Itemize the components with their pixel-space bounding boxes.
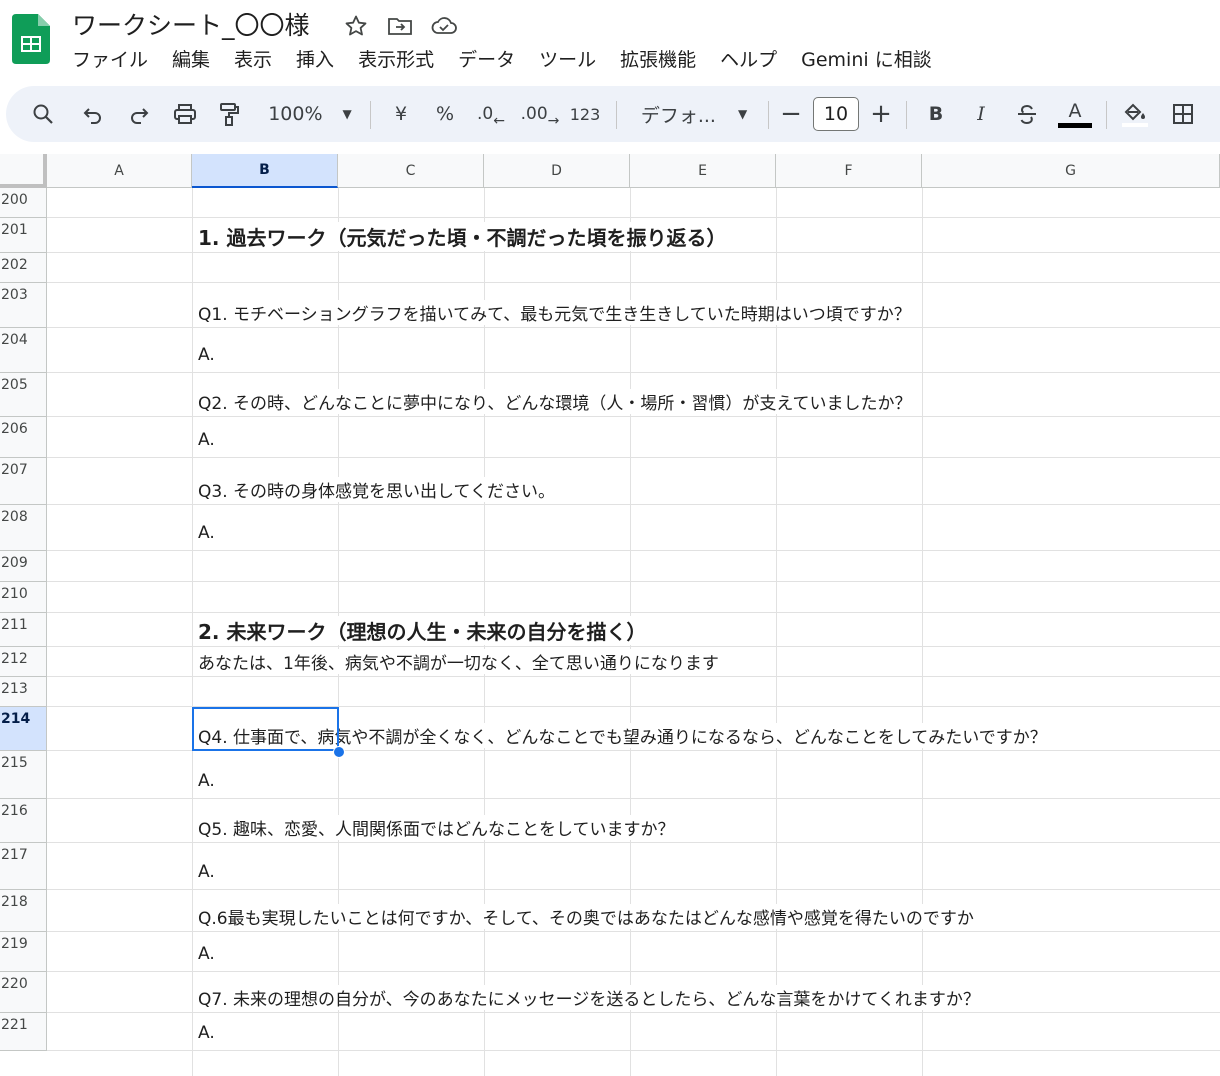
cell-b221[interactable]: A.	[198, 1023, 215, 1043]
more-formats-button[interactable]: 123	[568, 86, 602, 142]
column-header-e[interactable]: E	[630, 154, 776, 188]
cell-b205[interactable]: Q2. その時、どんなことに夢中になり、どんな環境（人・場所・習慣）が支えていま…	[198, 389, 912, 414]
row-header-208[interactable]: 208	[0, 505, 47, 551]
increase-font-size-icon[interactable]: +	[868, 86, 894, 142]
increase-decimal-label: .00	[520, 104, 548, 124]
cell-b207[interactable]: Q3. その時の身体感覚を思い出してください。	[198, 477, 555, 502]
column-header-d[interactable]: D	[484, 154, 630, 188]
menu-tools[interactable]: ツール	[527, 46, 608, 74]
menu-file[interactable]: ファイル	[72, 46, 160, 74]
cell-b218[interactable]: Q.6最も実現したいことは何ですか、そして、その奥ではあなたはどんな感情や感覚を…	[198, 904, 974, 929]
row-header-219[interactable]: 219	[0, 932, 47, 972]
column-header-f[interactable]: F	[776, 154, 922, 188]
menu-format[interactable]: 表示形式	[346, 46, 446, 74]
row-header-217[interactable]: 217	[0, 843, 47, 890]
currency-format-button[interactable]: ¥	[386, 86, 416, 142]
cell-b215[interactable]: A.	[198, 771, 215, 791]
increase-decimal-button[interactable]: .00 →	[520, 86, 560, 142]
row-header-205[interactable]: 205	[0, 373, 47, 417]
menu-view[interactable]: 表示	[222, 46, 284, 74]
print-icon[interactable]	[170, 86, 200, 142]
font-select[interactable]: デフォ... ▼	[634, 86, 754, 142]
menu-data[interactable]: データ	[446, 46, 527, 74]
undo-icon[interactable]	[78, 86, 108, 142]
cell-b211[interactable]: 2. 未来ワーク（理想の人生・未来の自分を描く）	[198, 616, 647, 645]
text-color-letter: A	[1068, 99, 1082, 122]
row-header-204[interactable]: 204	[0, 328, 47, 373]
fill-color-icon[interactable]	[1118, 86, 1152, 142]
arrow-right-icon: →	[547, 113, 560, 129]
cloud-saved-icon[interactable]	[430, 12, 458, 40]
toolbar: 100% ▼ ¥ % .0 ← .00 → 123 デフォ... ▼ − 10 + …	[6, 86, 1220, 142]
column-header-c[interactable]: C	[338, 154, 484, 188]
cell-b204[interactable]: A.	[198, 345, 215, 365]
cell-b220[interactable]: Q7. 未来の理想の自分が、今のあなたにメッセージを送るとしたら、どんな言葉をか…	[198, 985, 980, 1010]
menu-extensions[interactable]: 拡張機能	[608, 46, 708, 74]
cell-b219[interactable]: A.	[198, 944, 215, 964]
row-header-216[interactable]: 216	[0, 799, 47, 843]
cell-b206[interactable]: A.	[198, 430, 215, 450]
row-header-200[interactable]: 200	[0, 188, 47, 218]
star-icon[interactable]	[342, 12, 370, 40]
menu-edit[interactable]: 編集	[160, 46, 222, 74]
row-header-214[interactable]: 214	[0, 707, 47, 751]
active-cell-selection[interactable]	[192, 707, 339, 751]
cell-b216[interactable]: Q5. 趣味、恋愛、人間関係面ではどんなことをしていますか？	[198, 815, 675, 840]
row-header-221[interactable]: 221	[0, 1013, 47, 1051]
italic-button[interactable]: I	[966, 86, 996, 142]
row-header-218[interactable]: 218	[0, 890, 47, 932]
column-header-b[interactable]: B	[192, 154, 338, 188]
menu-gemini[interactable]: Gemini に相談	[789, 46, 944, 74]
spreadsheet-grid[interactable]: A B C D E F G 200 201 1. 過去ワーク（元気だった頃・不調だった頃を振り返る…	[0, 154, 1220, 1076]
decrease-decimal-label: .0	[477, 104, 494, 124]
cell-b212[interactable]: あなたは、1年後、病気や不調が一切なく、全て思い通りになります	[198, 649, 719, 674]
cell-b201[interactable]: 1. 過去ワーク（元気だった頃・不調だった頃を振り返る）	[198, 222, 727, 251]
column-header-a[interactable]: A	[47, 154, 192, 188]
borders-icon[interactable]	[1166, 86, 1200, 142]
row-header-220[interactable]: 220	[0, 972, 47, 1013]
zoom-select[interactable]: 100% ▼	[260, 86, 360, 142]
row-header-215[interactable]: 215	[0, 751, 47, 799]
row-header-210[interactable]: 210	[0, 582, 47, 613]
row-header-207[interactable]: 207	[0, 458, 47, 505]
column-header-g[interactable]: G	[922, 154, 1220, 188]
menu-insert[interactable]: 挿入	[284, 46, 346, 74]
row-header-202[interactable]: 202	[0, 253, 47, 283]
row-header-211[interactable]: 211	[0, 613, 47, 647]
search-menus-icon[interactable]	[28, 86, 58, 142]
redo-icon[interactable]	[124, 86, 154, 142]
row-header-212[interactable]: 212	[0, 647, 47, 677]
row-header-209[interactable]: 209	[0, 551, 47, 582]
menu-help[interactable]: ヘルプ	[708, 46, 789, 74]
decrease-font-size-icon[interactable]: −	[778, 86, 804, 142]
row-header-203[interactable]: 203	[0, 283, 47, 328]
percent-format-button[interactable]: %	[430, 86, 460, 142]
bold-button[interactable]: B	[921, 86, 951, 142]
row-header-206[interactable]: 206	[0, 417, 47, 458]
fill-handle[interactable]	[333, 746, 345, 758]
paint-format-icon[interactable]	[214, 86, 244, 142]
arrow-left-icon: ←	[493, 113, 505, 129]
document-title[interactable]: ワークシート_〇〇様	[72, 6, 310, 42]
chevron-down-icon: ▼	[737, 107, 748, 121]
row-header-213[interactable]: 213	[0, 677, 47, 707]
chevron-down-icon: ▼	[342, 107, 352, 121]
decrease-decimal-button[interactable]: .0 ←	[474, 86, 508, 142]
text-color-swatch	[1058, 122, 1092, 128]
select-all-corner[interactable]	[0, 154, 47, 188]
font-size-input[interactable]: 10	[813, 97, 859, 131]
sheets-logo[interactable]	[12, 14, 50, 64]
zoom-value: 100%	[268, 103, 323, 125]
move-to-folder-icon[interactable]	[386, 12, 414, 40]
cell-b203[interactable]: Q1. モチベーショングラフを描いてみて、最も元気で生き生きしていた時期はいつ頃…	[198, 300, 911, 325]
row-header-201[interactable]: 201	[0, 218, 47, 253]
text-color-button[interactable]: A	[1058, 86, 1092, 142]
font-name: デフォ...	[640, 104, 716, 127]
strikethrough-icon[interactable]	[1012, 86, 1042, 142]
cell-b217[interactable]: A.	[198, 862, 215, 882]
cell-b208[interactable]: A.	[198, 523, 215, 543]
menu-bar: ファイル 編集 表示 挿入 表示形式 データ ツール 拡張機能 ヘルプ Gemi…	[72, 46, 944, 74]
